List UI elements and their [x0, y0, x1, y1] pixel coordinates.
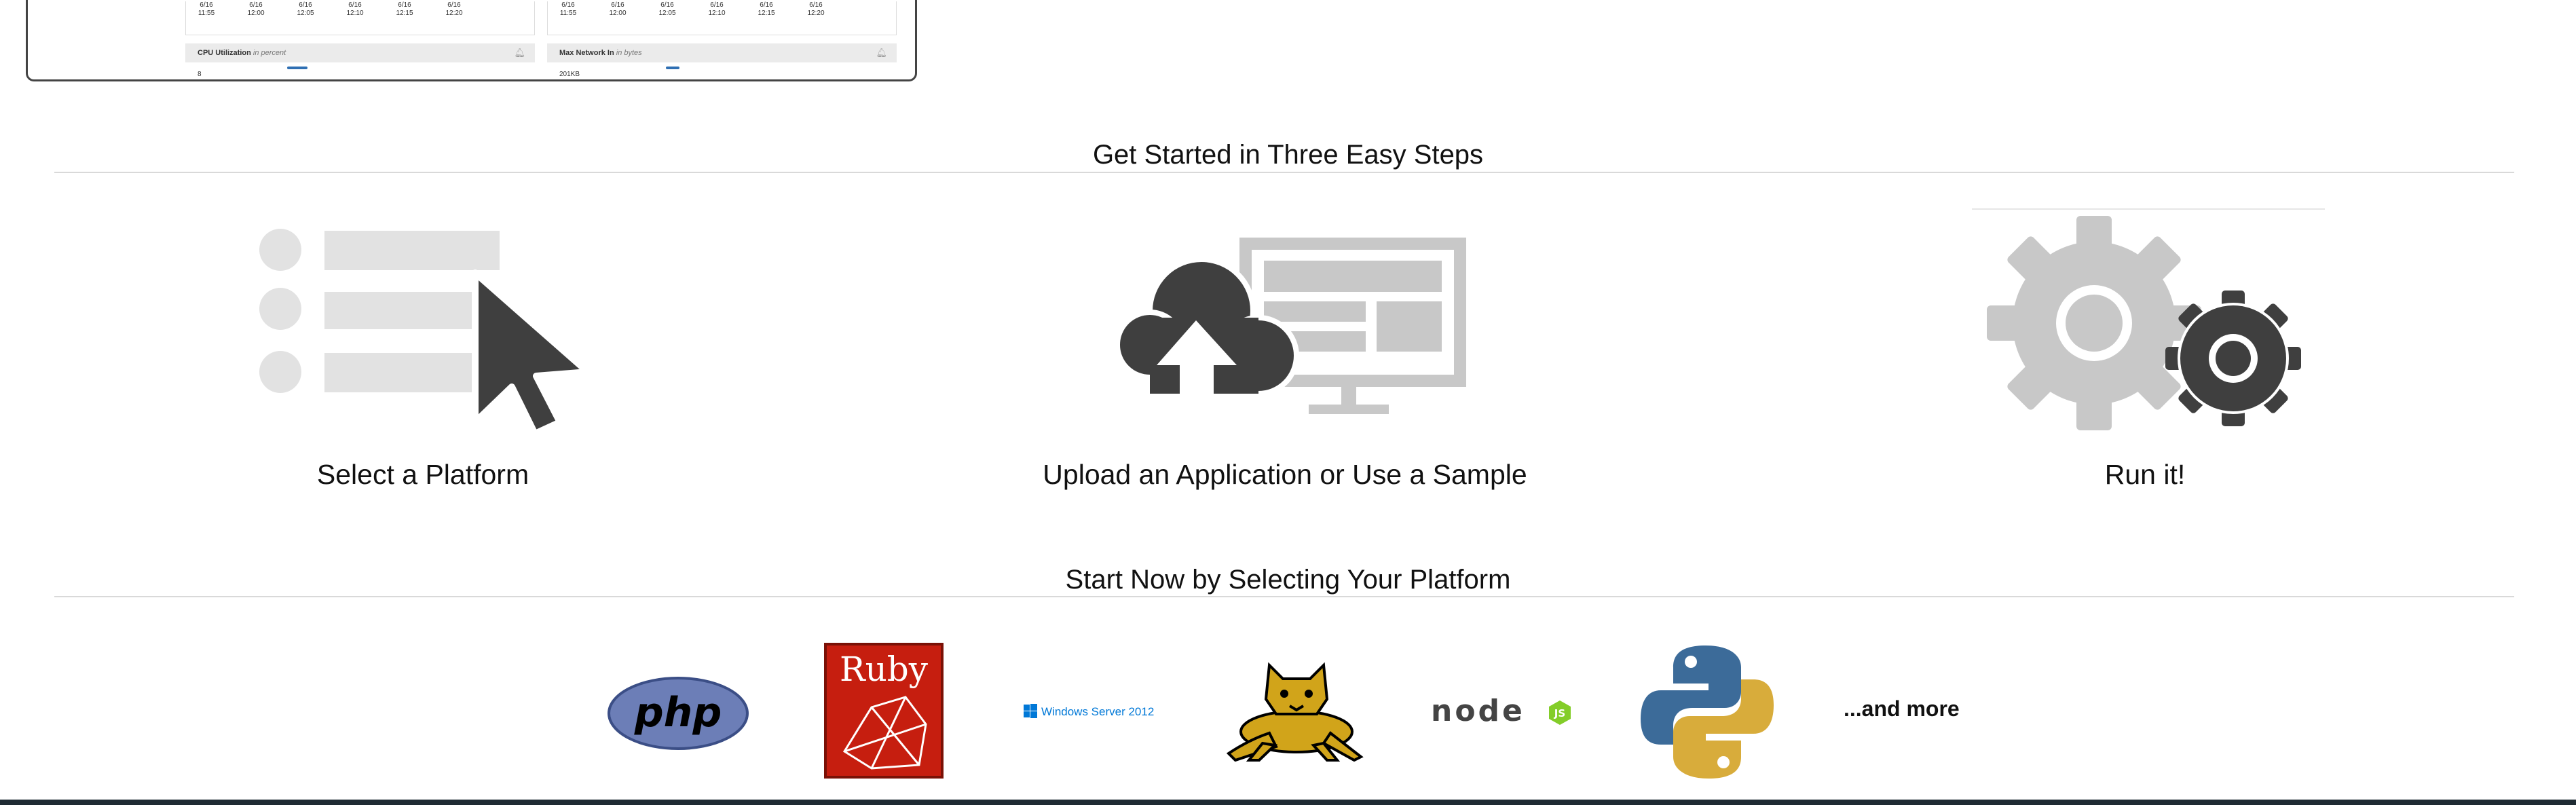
windows-logo-text: Windows Server 2012 [1041, 705, 1154, 718]
bell-icon[interactable]: 🔔︎ [514, 43, 525, 62]
python-logo[interactable] [1638, 643, 1776, 785]
tomcat-logo[interactable] [1222, 658, 1368, 765]
bell-icon[interactable]: 🔔︎ [876, 43, 887, 62]
gears-icon [1972, 208, 2325, 435]
time-axis: 6/16 11:55 6/16 12:00 6/16 12:05 6/16 12:10 … [185, 1, 535, 35]
section-divider [54, 172, 2514, 173]
time-tick: 6/16 12:05 [297, 1, 314, 17]
step-label-run: Run it! [2104, 459, 2186, 490]
time-tick: 6/16 12:20 [807, 1, 825, 17]
time-tick: 6/16 12:15 [758, 1, 775, 17]
dashboard-preview: 6/16 11:55 6/16 12:00 6/16 12:05 6/16 12:10 … [26, 0, 917, 81]
sparkline [666, 67, 679, 69]
metric-header-network: Max Network In in bytes 🔔︎ [547, 43, 897, 62]
time-tick: 6/16 12:15 [396, 1, 413, 17]
step-label-select-platform: Select a Platform [316, 459, 529, 490]
time-tick: 6/16 11:55 [198, 1, 215, 17]
section-divider [54, 596, 2514, 597]
time-tick: 6/16 12:10 [346, 1, 364, 17]
step-label-upload: Upload an Application or Use a Sample [1043, 459, 1527, 490]
time-tick: 6/16 12:05 [658, 1, 676, 17]
nodejs-platform-logo[interactable]: node JS [1431, 694, 1573, 732]
time-tick: 6/16 12:00 [247, 1, 265, 17]
php-platform-logo[interactable]: php [607, 676, 749, 754]
node-logo-text: node [1431, 694, 1525, 728]
time-tick: 6/16 12:10 [708, 1, 726, 17]
time-tick: 6/16 12:00 [609, 1, 627, 17]
steps-section-title: Get Started in Three Easy Steps [1092, 140, 1484, 170]
time-tick: 6/16 11:55 [559, 1, 577, 17]
axis-value: 201KB [559, 71, 580, 78]
network-panel: 6/16 11:55 6/16 12:00 6/16 12:05 6/16 12:10 … [547, 0, 897, 79]
more-platforms-link[interactable]: ...and more [1844, 696, 1960, 722]
sparkline [287, 67, 307, 69]
platform-section-title: Start Now by Selecting Your Platform [1065, 565, 1511, 595]
ruby-platform-logo[interactable]: Ruby [824, 643, 944, 782]
upload-cloud-icon [1101, 236, 1468, 423]
php-logo-text: php [634, 689, 722, 736]
time-axis: 6/16 11:55 6/16 12:00 6/16 12:05 6/16 12:10 … [547, 1, 897, 35]
select-platform-icon [257, 224, 596, 438]
footer-bar [0, 800, 2576, 805]
metric-header-cpu: CPU Utilization in percent 🔔︎ [185, 43, 535, 62]
windows-server-platform-logo[interactable]: Windows Server 2012 [1024, 700, 1159, 726]
ruby-logo-text: Ruby [840, 650, 929, 689]
time-tick: 6/16 12:20 [445, 1, 463, 17]
svg-text:JS: JS [1554, 707, 1565, 719]
cpu-panel: 6/16 11:55 6/16 12:00 6/16 12:05 6/16 12:10 … [185, 0, 535, 79]
axis-value: 8 [198, 71, 202, 78]
